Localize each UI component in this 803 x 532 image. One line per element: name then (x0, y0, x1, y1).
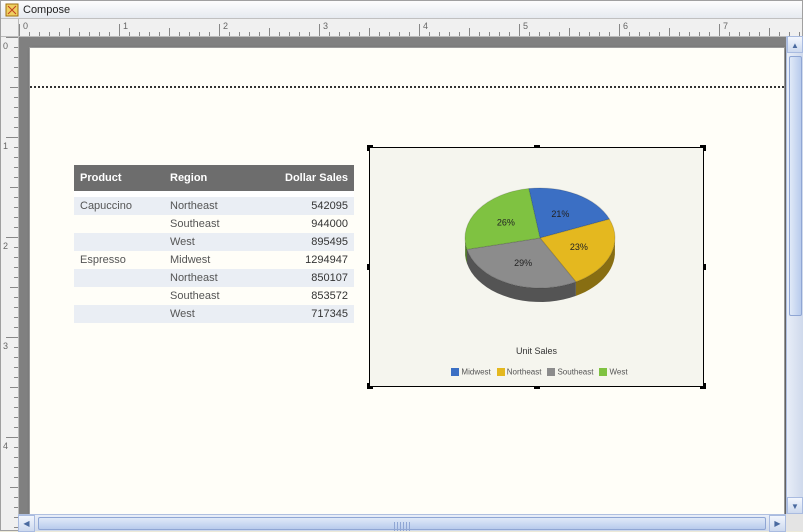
legend-label: Midwest (461, 367, 490, 376)
cell-region: Northeast (164, 196, 254, 216)
cell-sales: 853572 (254, 286, 354, 306)
data-table: Product Region Dollar Sales CapuccinoNor… (74, 165, 354, 323)
scroll-up-button[interactable]: ▲ (787, 36, 803, 53)
horizontal-scrollbar[interactable]: ◀ ▶ (18, 514, 786, 531)
pie-chart-svg: 21% 23% 29% 26% (450, 168, 630, 328)
cell-product (74, 292, 164, 300)
editor-viewport[interactable]: Product Region Dollar Sales CapuccinoNor… (19, 37, 802, 530)
legend-label: Southeast (557, 367, 593, 376)
cell-sales: 944000 (254, 214, 354, 234)
cell-sales: 542095 (254, 196, 354, 216)
ruler-h-label: 7 (723, 21, 728, 31)
header-product: Product (74, 168, 164, 188)
table-row[interactable]: CapuccinoNortheast542095 (74, 197, 354, 215)
header-sales: Dollar Sales (254, 168, 354, 188)
scroll-right-button[interactable]: ▶ (769, 515, 786, 532)
scrollbar-corner (786, 514, 803, 531)
ruler-v-label: 0 (3, 41, 8, 51)
legend-swatch (599, 368, 607, 376)
cell-product: Capuccino (74, 196, 164, 216)
ruler-v-label: 1 (3, 141, 8, 151)
chart-title: Unit Sales (370, 346, 703, 356)
ruler-h-label: 0 (23, 21, 28, 31)
table-row[interactable]: Northeast850107 (74, 269, 354, 287)
cell-product (74, 238, 164, 246)
table-row[interactable]: EspressoMidwest1294947 (74, 251, 354, 269)
table-row[interactable]: Southeast853572 (74, 287, 354, 305)
cell-sales: 895495 (254, 232, 354, 252)
ruler-h-label: 4 (423, 21, 428, 31)
ruler-h-label: 3 (323, 21, 328, 31)
cell-region: Northeast (164, 268, 254, 288)
table-header: Product Region Dollar Sales (74, 165, 354, 191)
table-row[interactable]: Southeast944000 (74, 215, 354, 233)
compose-window: Compose 0 1 2 3 4 5 6 7 0 1 2 3 4 Product Region Do… (0, 0, 803, 531)
vertical-scrollbar[interactable]: ▲ ▼ (786, 36, 803, 514)
ruler-v-label: 3 (3, 341, 8, 351)
cell-region: West (164, 304, 254, 324)
cell-product (74, 310, 164, 318)
title-bar[interactable]: Compose (1, 1, 802, 19)
cell-region: West (164, 232, 254, 252)
ruler-h-label: 6 (623, 21, 628, 31)
chart-selection[interactable]: 21% 23% 29% 26% Unit Sales Midwest Northeast… (369, 147, 704, 387)
header-region: Region (164, 168, 254, 188)
ruler-h-label: 5 (523, 21, 528, 31)
svg-text:26%: 26% (497, 218, 515, 228)
cell-product: Espresso (74, 250, 164, 270)
legend-label: West (609, 367, 627, 376)
ruler-h-label: 2 (223, 21, 228, 31)
cell-region: Southeast (164, 214, 254, 234)
scroll-down-button[interactable]: ▼ (787, 497, 803, 514)
horizontal-ruler-row: 0 1 2 3 4 5 6 7 (1, 19, 802, 37)
ruler-corner (1, 19, 19, 37)
cell-product (74, 274, 164, 282)
ruler-v-label: 2 (3, 241, 8, 251)
window-title: Compose (23, 4, 70, 16)
cell-sales: 717345 (254, 304, 354, 324)
scroll-thumb-horizontal[interactable] (38, 517, 766, 530)
scroll-left-button[interactable]: ◀ (18, 515, 35, 532)
horizontal-ruler[interactable]: 0 1 2 3 4 5 6 7 (19, 19, 802, 37)
svg-text:21%: 21% (551, 209, 569, 219)
svg-text:23%: 23% (570, 242, 588, 252)
cell-region: Southeast (164, 286, 254, 306)
app-icon (5, 3, 19, 17)
vertical-ruler[interactable]: 0 1 2 3 4 (1, 37, 19, 530)
legend-label: Northeast (507, 367, 542, 376)
page-content: Product Region Dollar Sales CapuccinoNor… (29, 47, 785, 527)
legend-swatch (497, 368, 505, 376)
ruler-h-label: 1 (123, 21, 128, 31)
ruler-v-label: 4 (3, 441, 8, 451)
table-row[interactable]: West895495 (74, 233, 354, 251)
cell-region: Midwest (164, 250, 254, 270)
cell-product (74, 220, 164, 228)
chart-legend: Midwest Northeast Southeast West (370, 367, 703, 376)
table-body: CapuccinoNortheast542095Southeast944000W… (74, 197, 354, 323)
svg-text:29%: 29% (514, 258, 532, 268)
cell-sales: 850107 (254, 268, 354, 288)
legend-swatch (547, 368, 555, 376)
scroll-thumb-vertical[interactable] (789, 56, 802, 316)
cell-sales: 1294947 (254, 250, 354, 270)
content-row: 0 1 2 3 4 Product Region Dollar Sales Capucc… (1, 37, 802, 530)
table-row[interactable]: West717345 (74, 305, 354, 323)
legend-swatch (451, 368, 459, 376)
pie-chart[interactable]: 21% 23% 29% 26% Unit Sales Midwest Northeast… (370, 148, 703, 386)
